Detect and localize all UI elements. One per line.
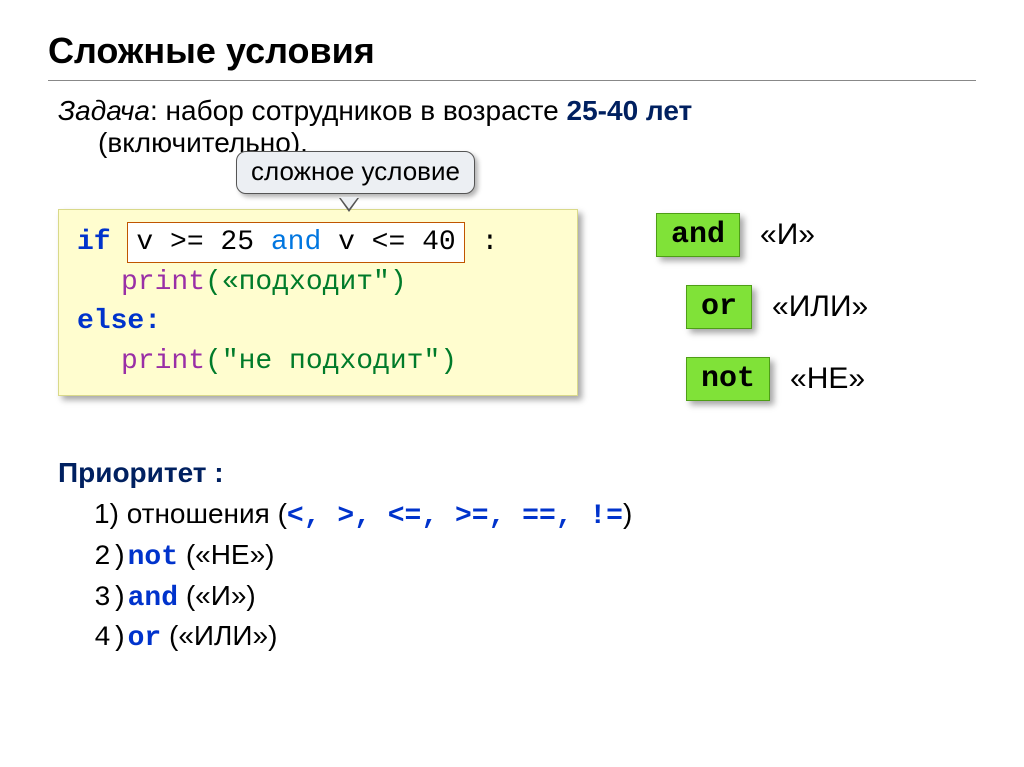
operators-column: and «И» or «ИЛИ» not «НЕ»	[656, 209, 868, 401]
cond-and: and	[271, 227, 321, 258]
p1-ops: <, >, <=, >=, ==, !=	[287, 501, 623, 532]
code-line-3: else:	[77, 302, 559, 341]
print2-arg: ("не подходит")	[205, 346, 457, 377]
cond-post: v <= 40	[321, 227, 455, 258]
p3-label: («И»)	[186, 580, 256, 611]
callout-pointer	[340, 197, 358, 209]
op-label-not: «НЕ»	[790, 362, 865, 396]
code-line-2: print(«подходит")	[77, 263, 559, 302]
op-row-and: and «И»	[656, 213, 868, 257]
p4-label: («ИЛИ»)	[169, 620, 277, 651]
p3-num: 3)	[94, 583, 128, 614]
op-row-or: or «ИЛИ»	[686, 285, 868, 329]
kw-else: else:	[77, 306, 161, 337]
badge-or: or	[686, 285, 752, 329]
code-box: if v >= 25 and v <= 40 : print(«подходит…	[58, 209, 578, 396]
priority-section: Приоритет : 1) отношения (<, >, <=, >=, …	[58, 457, 976, 658]
op-label-and: «И»	[760, 218, 815, 252]
p2-num: 2)	[94, 542, 128, 573]
main-row: сложное условие if v >= 25 and v <= 40 :…	[48, 209, 976, 401]
kw-print-1: print	[121, 267, 205, 298]
condition-box: v >= 25 and v <= 40	[127, 222, 464, 263]
p2-kw: not	[128, 542, 178, 573]
op-row-not: not «НЕ»	[686, 357, 868, 401]
task-label: Задача	[58, 95, 150, 126]
print1-arg: («подходит")	[205, 267, 407, 298]
priority-line-4: 4)or («ИЛИ»)	[94, 617, 976, 658]
p4-num: 4)	[94, 623, 128, 654]
task-bold: 25-40 лет	[567, 95, 693, 126]
p1-text: отношения (	[127, 498, 287, 529]
priority-title: Приоритет :	[58, 457, 976, 489]
p3-kw: and	[128, 583, 178, 614]
task-line-2: (включительно).	[98, 127, 976, 159]
cond-tail: :	[465, 227, 499, 258]
task-line-1: Задача: набор сотрудников в возрасте 25-…	[58, 95, 976, 127]
priority-line-3: 3)and («И»)	[94, 577, 976, 618]
badge-and: and	[656, 213, 740, 257]
priority-line-1: 1) отношения (<, >, <=, >=, ==, !=)	[94, 495, 976, 536]
title-divider	[48, 80, 976, 81]
p1-close: )	[623, 498, 632, 529]
p4-kw: or	[128, 623, 162, 654]
cond-pre: v >= 25	[136, 227, 270, 258]
p2-label: («НЕ»)	[186, 539, 275, 570]
p1-num: 1)	[94, 498, 127, 529]
priority-line-2: 2)not («НЕ»)	[94, 536, 976, 577]
code-line-1: if v >= 25 and v <= 40 :	[77, 222, 559, 263]
badge-not: not	[686, 357, 770, 401]
task-text-1: : набор сотрудников в возрасте	[150, 95, 567, 126]
slide-title: Сложные условия	[48, 30, 976, 72]
callout-box: сложное условие	[236, 151, 475, 194]
kw-if: if	[77, 227, 111, 258]
op-label-or: «ИЛИ»	[772, 290, 868, 324]
kw-print-2: print	[121, 346, 205, 377]
code-line-4: print("не подходит")	[77, 342, 559, 381]
